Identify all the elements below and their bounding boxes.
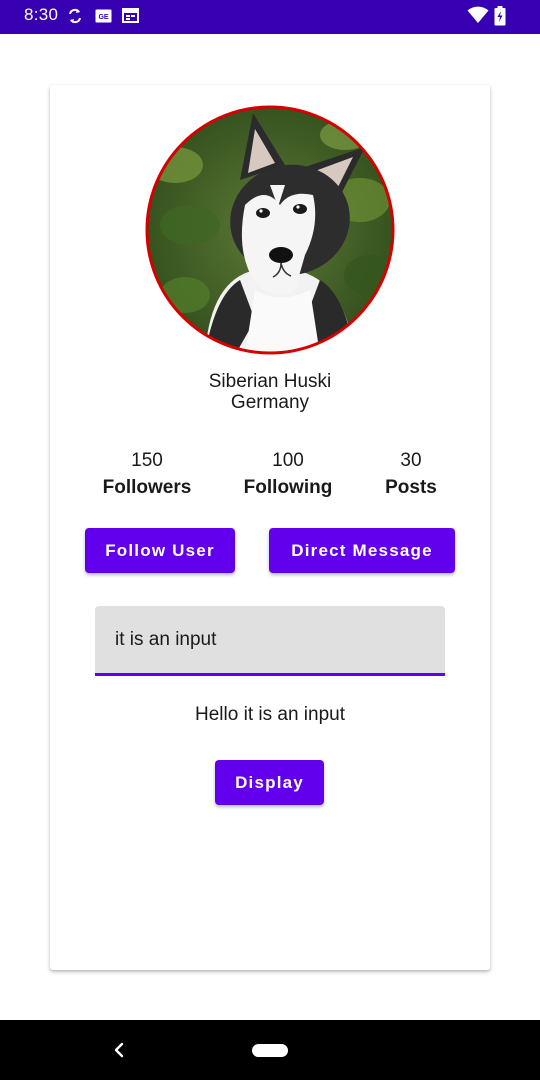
status-bar: 8:30 GE <box>0 0 540 34</box>
posts-label: Posts <box>385 477 437 498</box>
direct-message-button[interactable]: Direct Message <box>269 528 455 573</box>
input-field-container[interactable] <box>95 606 445 676</box>
calendar-icon <box>122 8 139 23</box>
stat-following: 100 Following <box>218 450 358 499</box>
wifi-icon <box>467 6 489 23</box>
posts-count: 30 <box>400 450 422 471</box>
svg-text:GE: GE <box>98 14 108 21</box>
following-label: Following <box>243 477 333 498</box>
following-count: 100 <box>272 450 304 471</box>
back-icon[interactable] <box>108 1038 132 1062</box>
output-text: Hello it is an input <box>195 704 345 725</box>
follow-user-button[interactable]: Follow User <box>85 528 235 573</box>
profile-name: Siberian Huski <box>208 371 332 392</box>
stat-posts: 30 Posts <box>341 450 481 499</box>
followers-count: 150 <box>131 450 163 471</box>
text-input[interactable] <box>115 606 425 673</box>
profile-country: Germany <box>230 392 310 413</box>
battery-icon <box>494 6 506 26</box>
sim-card-icon: GE <box>95 9 112 23</box>
navigation-bar <box>0 1020 540 1080</box>
husky-avatar-image <box>145 105 395 355</box>
followers-label: Followers <box>102 477 192 498</box>
sync-icon <box>69 8 81 24</box>
status-time: 8:30 <box>24 5 59 24</box>
stat-followers: 150 Followers <box>77 450 217 499</box>
display-button[interactable]: Display <box>215 760 324 805</box>
home-pill-icon[interactable] <box>252 1044 288 1057</box>
